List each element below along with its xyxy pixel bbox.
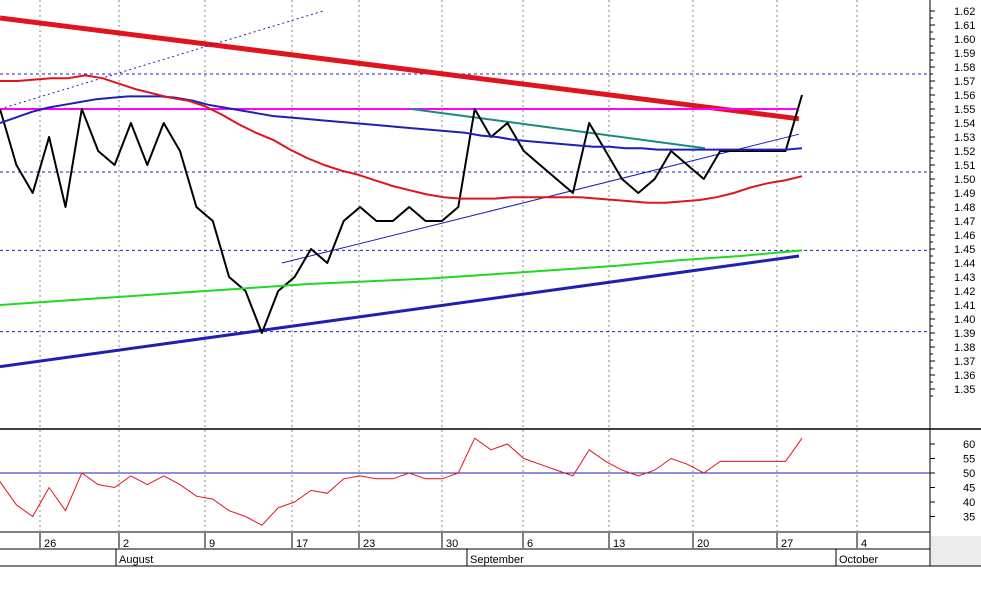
y-tick-label: 1.58 [954, 62, 975, 74]
y-tick-label: 1.55 [954, 104, 975, 116]
y-tick-label: 1.60 [954, 34, 975, 46]
y-tick-label: 1.53 [954, 132, 975, 144]
y-tick-label: 1.54 [954, 118, 975, 130]
price-panel [0, 0, 930, 428]
y-tick-label: 1.42 [954, 286, 975, 298]
x-tick-label: 17 [296, 538, 308, 550]
y-tick-label: 45 [963, 483, 975, 495]
x-tick-label: 23 [363, 538, 375, 550]
y-tick-label: 1.43 [954, 272, 975, 284]
y-tick-label: 1.45 [954, 244, 975, 256]
month-label: September [470, 554, 524, 566]
x-tick-label: 13 [613, 538, 625, 550]
y-tick-label: 1.35 [954, 384, 975, 396]
y-tick-label: 1.56 [954, 90, 975, 102]
y-tick-label: 35 [963, 512, 975, 524]
chart: 1.62 1.61 1.60 1.59 1.58 1.57 1.56 1.55 1.54 1.53… [0, 0, 981, 611]
y-tick-label: 1.49 [954, 188, 975, 200]
y-tick-label: 1.61 [954, 20, 975, 32]
month-label: August [119, 554, 153, 566]
y-tick-label: 1.59 [954, 48, 975, 60]
y-tick-label: 50 [963, 468, 975, 480]
y-tick-label: 1.52 [954, 146, 975, 158]
y-tick-label: 1.37 [954, 356, 975, 368]
y-tick-label: 1.39 [954, 328, 975, 340]
y-tick-label: 55 [963, 454, 975, 466]
x-tick-label: 30 [446, 538, 458, 550]
y-tick-label: 1.48 [954, 202, 975, 214]
x-tick-label: 4 [861, 538, 867, 550]
y-tick-label: 40 [963, 497, 975, 509]
y-tick-label: 1.38 [954, 342, 975, 354]
corner-box [931, 536, 981, 566]
month-label: October [839, 554, 878, 566]
y-tick-label: 60 [963, 439, 975, 451]
x-tick-label: 20 [697, 538, 709, 550]
oscillator-panel [0, 430, 930, 533]
y-tick-label: 1.57 [954, 76, 975, 88]
x-tick-label: 2 [123, 538, 129, 550]
y-tick-label: 1.40 [954, 314, 975, 326]
x-tick-label: 9 [209, 538, 215, 550]
y-tick-label: 1.44 [954, 258, 975, 270]
y-tick-label: 1.41 [954, 300, 975, 312]
y-tick-label: 1.36 [954, 370, 975, 382]
y-tick-label: 1.50 [954, 174, 975, 186]
y-tick-label: 1.62 [954, 6, 975, 18]
y-tick-label: 1.46 [954, 230, 975, 242]
y-tick-label: 1.47 [954, 216, 975, 228]
x-tick-label: 6 [527, 538, 533, 550]
y-tick-label: 1.51 [954, 160, 975, 172]
x-tick-label: 26 [44, 538, 56, 550]
chart-svg: 1.62 1.61 1.60 1.59 1.58 1.57 1.56 1.55 1.54 1.53… [0, 0, 981, 567]
x-tick-label: 27 [781, 538, 793, 550]
